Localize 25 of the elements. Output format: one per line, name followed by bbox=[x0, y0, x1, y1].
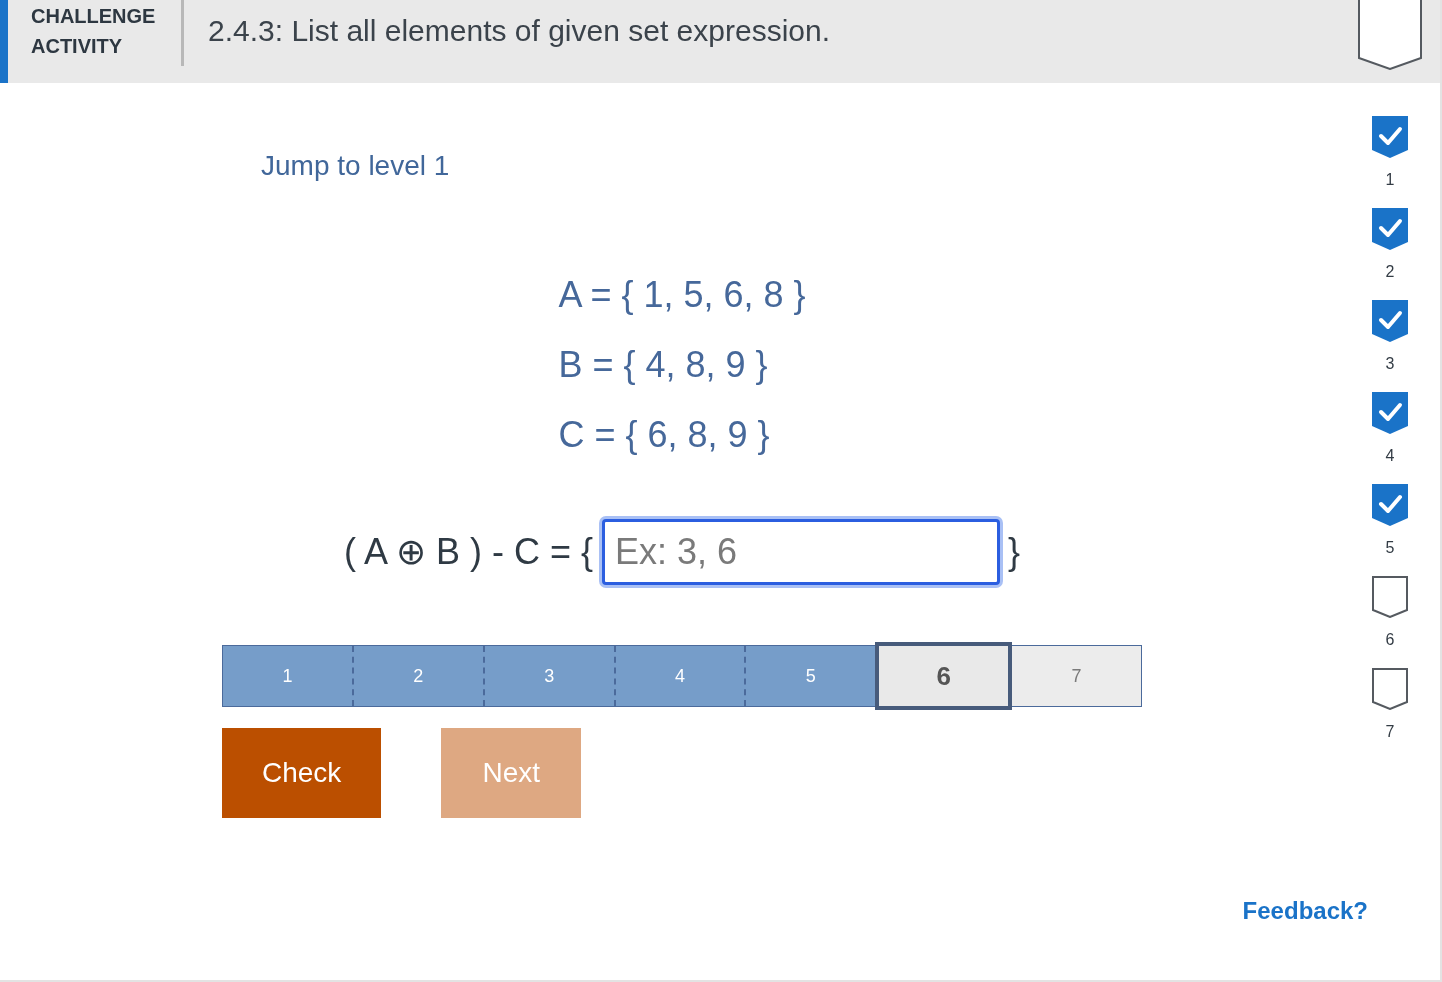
jump-link[interactable]: Jump to level 1 bbox=[261, 149, 450, 183]
set-definition: C = { 6, 8, 9 } bbox=[558, 413, 770, 457]
level-number: 5 bbox=[1385, 538, 1395, 558]
activity-label: CHALLENGE ACTIVITY bbox=[31, 4, 157, 59]
level-segment[interactable]: 2 bbox=[351, 646, 483, 706]
level-segment[interactable]: 5 bbox=[744, 646, 876, 706]
level-number: 4 bbox=[1385, 446, 1395, 466]
closing-brace: } bbox=[1008, 530, 1021, 574]
level-number: 6 bbox=[1385, 630, 1395, 650]
level-number: 2 bbox=[1385, 262, 1395, 282]
level-segment[interactable]: 4 bbox=[613, 646, 745, 706]
expression-text: ( A ⊕ B ) - C = { bbox=[343, 530, 593, 574]
level-segment[interactable]: 1 bbox=[223, 646, 352, 706]
check-button[interactable]: Check bbox=[222, 728, 382, 818]
level-segment[interactable]: 7 bbox=[1012, 646, 1141, 706]
answer-field[interactable]: Ex: 3, 6 bbox=[602, 519, 1000, 585]
feedback-link[interactable]: Feedback? bbox=[1242, 896, 1368, 926]
set-definition: A = { 1, 5, 6, 8 } bbox=[558, 273, 806, 317]
level-number: 7 bbox=[1385, 722, 1395, 742]
activity-title: 2.4.3: List all elements of given set expression. bbox=[208, 13, 831, 49]
set-definition: B = { 4, 8, 9 } bbox=[558, 343, 768, 387]
level-number: 3 bbox=[1385, 354, 1395, 374]
level-segment[interactable]: 6 bbox=[875, 642, 1013, 710]
level-number: 1 bbox=[1385, 170, 1395, 190]
level-segment[interactable]: 3 bbox=[482, 646, 614, 706]
